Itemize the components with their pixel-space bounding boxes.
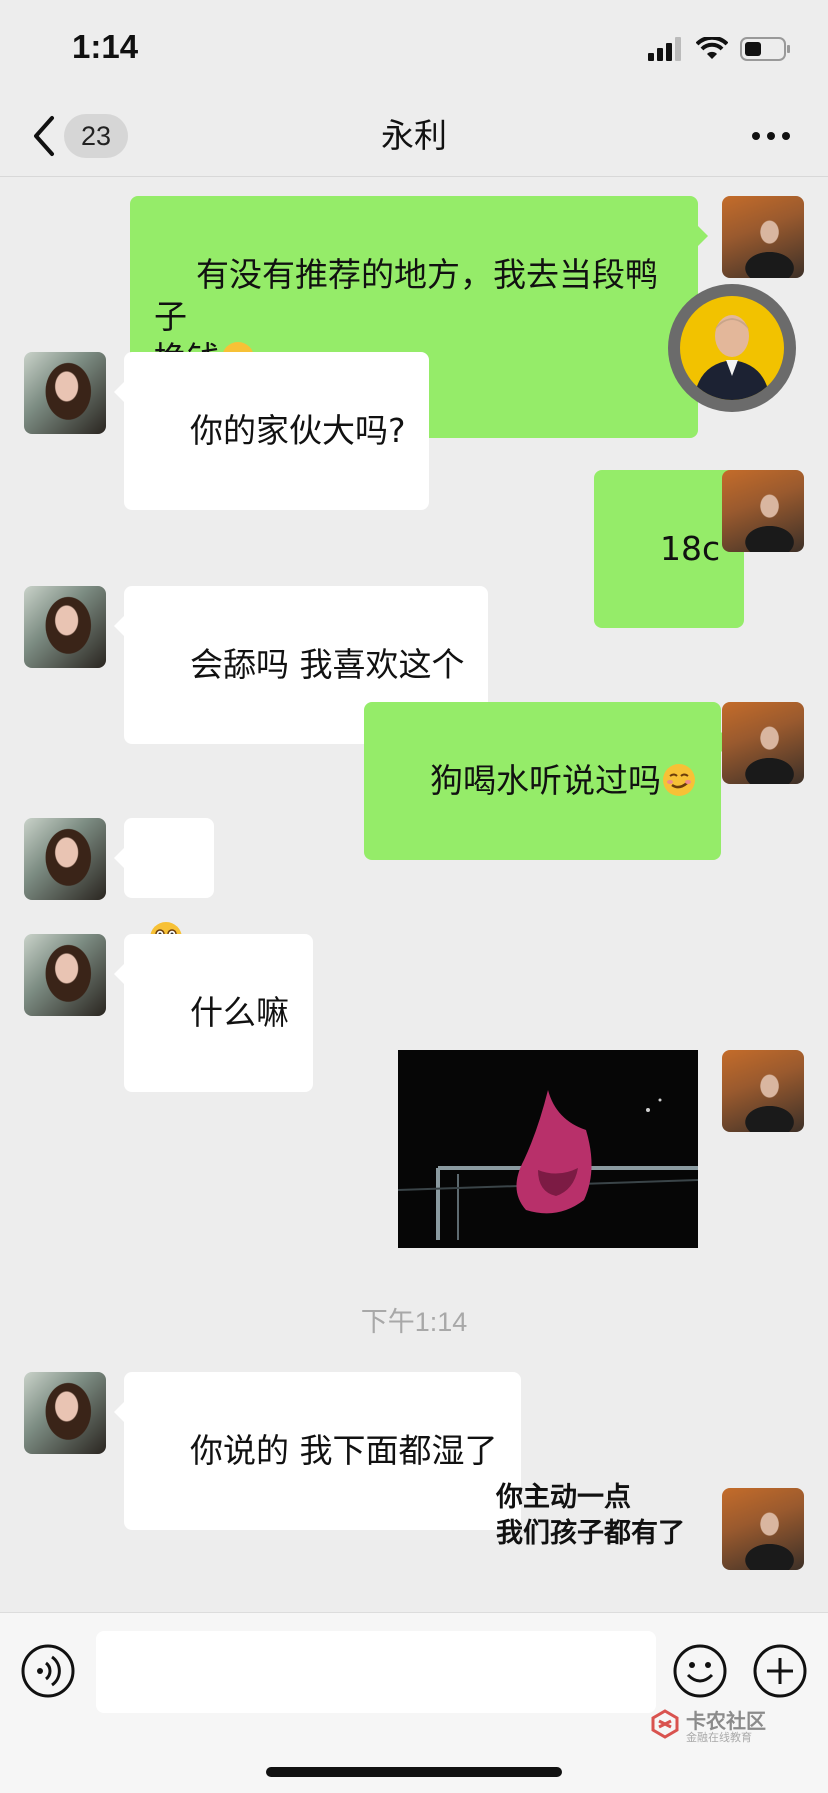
home-indicator[interactable] [266,1767,562,1777]
message-text: 什么嘛 [189,993,289,1032]
message-text: 会舔吗 我喜欢这个 [189,645,465,684]
plus-icon[interactable] [752,1643,808,1699]
signal-icon [648,37,681,61]
battery-icon [740,37,790,61]
status-time: 1:14 [72,28,139,65]
message-text: 狗喝水听说过吗 [429,761,661,800]
message-bubble-outgoing[interactable]: 狗喝水听说过吗 [364,702,731,860]
input-bar: 卡农社区 金融在线教育 [0,1612,828,1793]
voice-icon[interactable] [20,1643,76,1699]
status-icons [648,34,792,64]
message-text: 你的家伙大吗? [189,411,406,450]
message-image[interactable] [398,1050,698,1248]
chat-header: 23 永利 [0,96,828,177]
contact-avatar[interactable] [24,818,106,900]
message-text: 18c [659,529,721,568]
more-icon[interactable] [750,124,792,148]
message-bubble-incoming[interactable]: 你的家伙大吗? [113,352,430,510]
message-timestamp: 下午1:14 [360,1307,468,1337]
contact-avatar[interactable] [24,934,106,1016]
contact-avatar[interactable] [24,1372,106,1454]
my-avatar[interactable] [722,1488,804,1570]
contact-avatar[interactable] [24,586,106,668]
my-avatar[interactable] [722,702,804,784]
smirk-emoji-icon [662,764,695,796]
gif-image-icon [398,1050,698,1248]
sticker-line: 我们孩子都有了 [496,1518,685,1549]
contact-avatar[interactable] [24,352,106,434]
person-avatar-icon [694,315,770,400]
chat-title: 永利 [381,116,447,155]
text-sticker[interactable]: 你主动一点 我们孩子都有了 [496,1480,685,1552]
message-bubble-incoming[interactable]: 你说的 我下面都湿了 [113,1372,522,1530]
message-bubble-incoming[interactable] [114,818,214,954]
message-text: 你说的 我下面都湿了 [189,1431,498,1470]
my-avatar[interactable] [722,1050,804,1132]
watermark-subtitle: 金融在线教育 [686,1731,752,1744]
emoji-icon[interactable] [672,1643,728,1699]
sticker-line: 你主动一点 [496,1482,631,1513]
floating-call-avatar[interactable] [668,284,796,412]
status-bar: 1:14 [0,0,828,96]
watermark: 卡农社区 金融在线教育 [650,1705,770,1745]
wifi-icon [696,37,728,59]
my-avatar[interactable] [722,196,804,278]
watermark-logo-icon [651,1709,679,1739]
message-input[interactable] [96,1631,656,1713]
my-avatar[interactable] [722,470,804,552]
message-bubble-incoming[interactable]: 什么嘛 [114,934,313,1092]
